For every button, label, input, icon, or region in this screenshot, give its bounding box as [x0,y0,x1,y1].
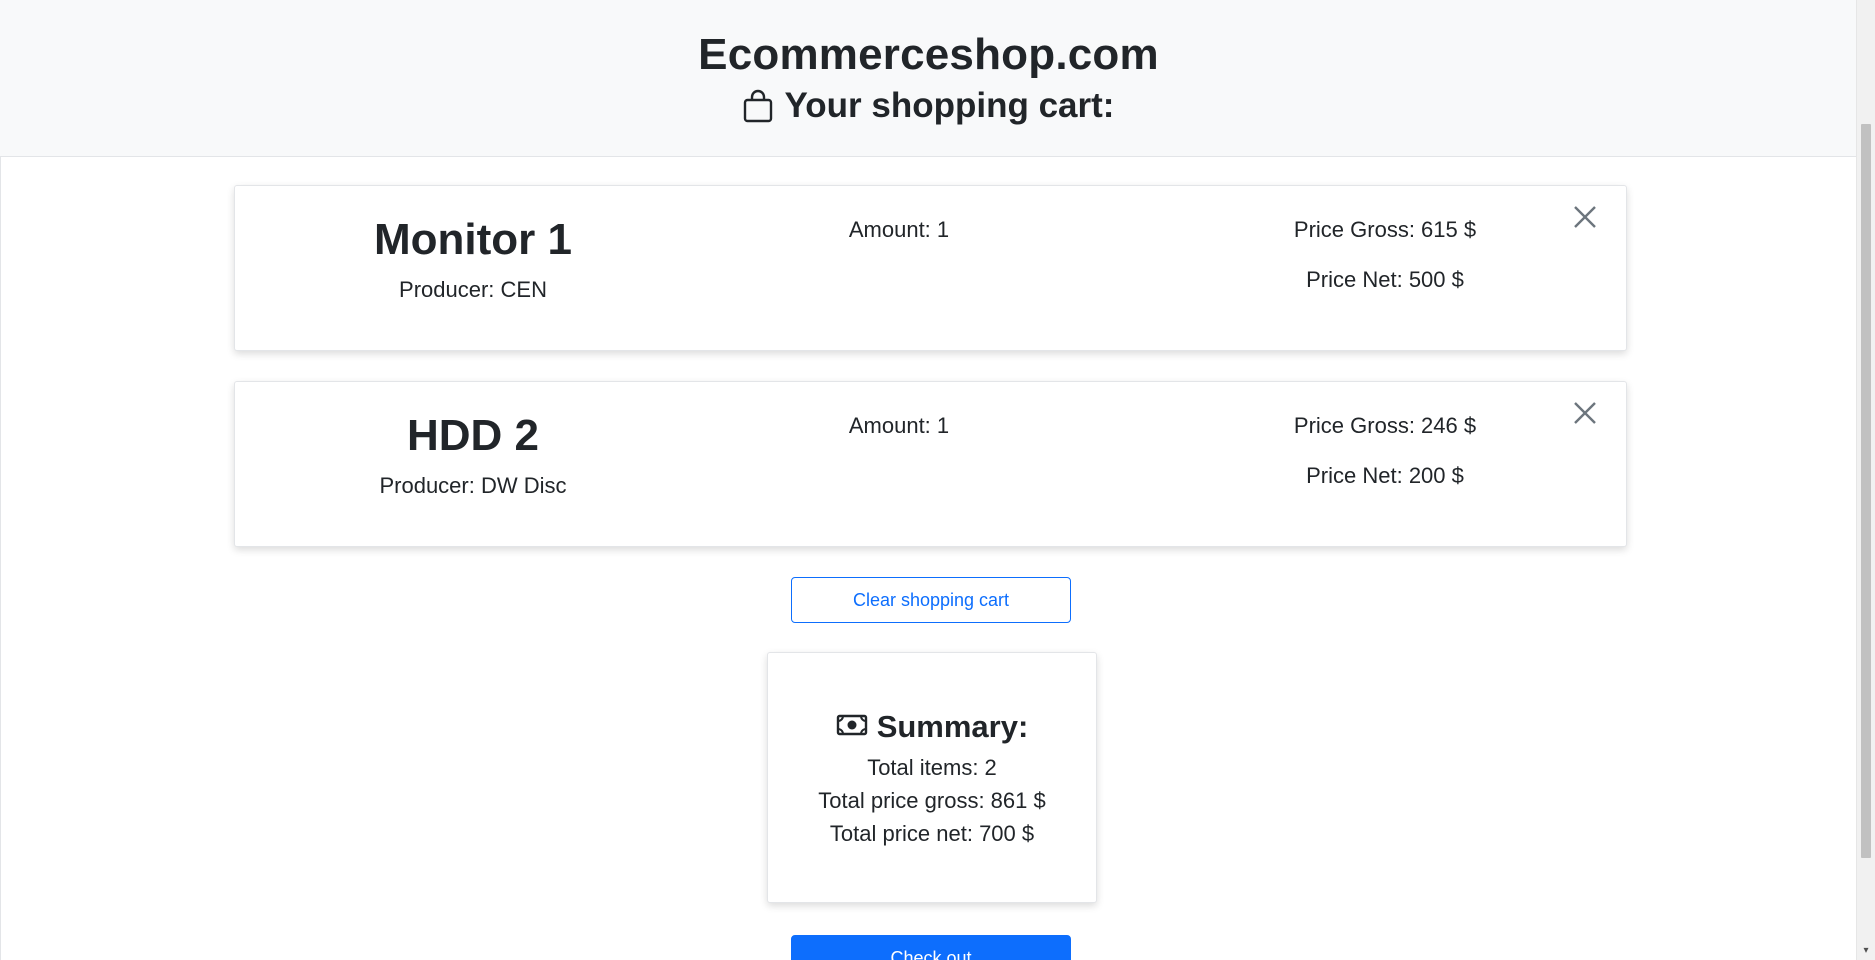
remove-item-button[interactable] [1568,396,1602,430]
cart-heading: Your shopping cart: [0,84,1857,128]
close-icon [1568,200,1602,234]
item-producer: Producer: DW Disc [379,473,567,498]
item-name: HDD 2 [406,411,540,460]
cart-item-card: Monitor 1 Producer: CEN Amount: 1 Price … [234,185,1627,351]
summary-total-items: Total items: 2 [867,755,997,780]
shopping-bag-icon [743,89,773,123]
close-icon [1568,396,1602,430]
remove-item-button[interactable] [1568,200,1602,234]
clear-cart-button[interactable]: Clear shopping cart [791,577,1071,623]
summary-total-net: Total price net: 700 $ [829,821,1035,846]
cash-icon [836,707,868,747]
item-price-gross: Price Gross: 246 $ [1293,413,1477,438]
item-price-gross: Price Gross: 615 $ [1293,217,1477,242]
item-name: Monitor 1 [374,215,572,264]
item-amount: Amount: 1 [848,413,950,438]
summary-total-gross: Total price gross: 861 $ [818,788,1046,813]
item-price-net: Price Net: 200 $ [1306,463,1464,488]
summary-lines: Total items: 2 Total price gross: 861 $ … [768,751,1096,850]
item-price-net: Price Net: 500 $ [1306,267,1464,292]
summary-title-text: Summary: [876,709,1029,744]
scrollbar-thumb[interactable] [1861,124,1871,858]
cart-content: Monitor 1 Producer: CEN Amount: 1 Price … [0,157,1857,960]
vertical-scrollbar[interactable]: ▾ [1856,0,1875,960]
item-amount: Amount: 1 [848,217,950,242]
page: Ecommerceshop.com Your shopping cart: Mo… [0,0,1857,960]
page-header: Ecommerceshop.com Your shopping cart: [0,0,1857,157]
scroll-down-arrow-icon[interactable]: ▾ [1861,946,1871,956]
cart-heading-text: Your shopping cart: [784,86,1115,125]
summary-card: Summary: Total items: 2 Total price gros… [767,652,1097,903]
cart-item-card: HDD 2 Producer: DW Disc Amount: 1 Price … [234,381,1627,547]
checkout-button[interactable]: Check out [791,935,1071,960]
item-producer: Producer: CEN [399,277,547,302]
summary-title: Summary: [768,653,1096,747]
site-title: Ecommerceshop.com [698,30,1159,79]
